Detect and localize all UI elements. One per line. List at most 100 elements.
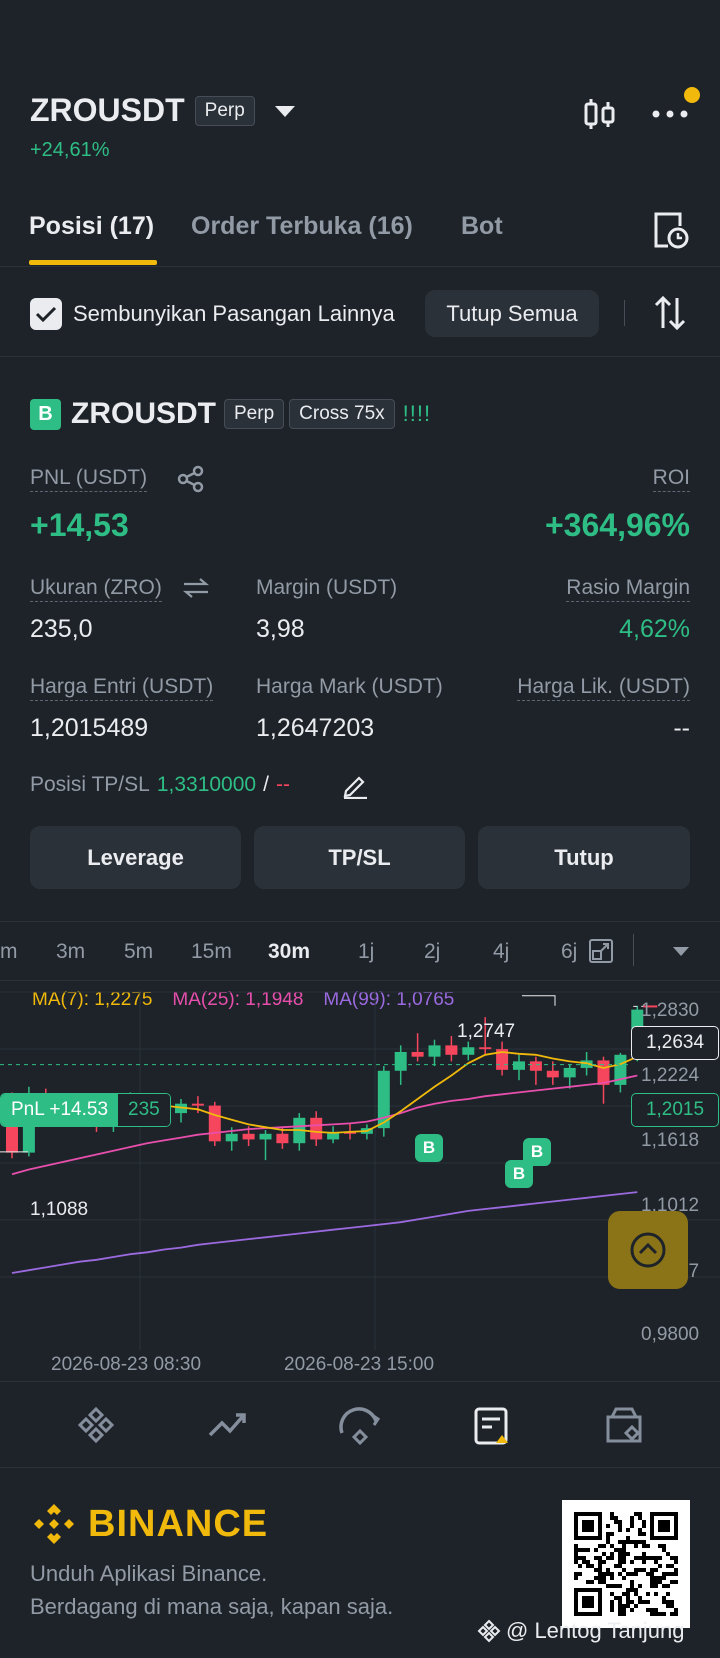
hide-other-pairs-label[interactable]: Sembunyikan Pasangan Lainnya <box>73 301 395 327</box>
pnl-tag-text: PnL +14.53 <box>1 1094 119 1126</box>
qr-module <box>638 1556 642 1560</box>
timeframe-dropdown-icon[interactable] <box>672 945 690 957</box>
timeframe-1j[interactable]: 1j <box>358 940 374 964</box>
qr-module <box>598 1576 602 1580</box>
timeframe-6j[interactable]: 6j <box>561 940 577 964</box>
qr-module <box>638 1600 642 1604</box>
scroll-top-button[interactable] <box>608 1211 688 1289</box>
qr-module <box>650 1576 654 1580</box>
share-icon[interactable] <box>177 465 205 493</box>
qr-module <box>638 1596 642 1600</box>
timeframe-4j[interactable]: 4j <box>493 940 509 964</box>
tab-active-underline <box>29 260 157 265</box>
close-all-button[interactable]: Tutup Semua <box>425 290 599 337</box>
watermark-text: @ Lentog Tanjung <box>506 1618 685 1643</box>
qr-module <box>618 1520 622 1524</box>
buy-marker[interactable]: B <box>415 1134 443 1162</box>
qr-module <box>614 1584 618 1588</box>
margin-label: Margin (USDT) <box>256 576 398 599</box>
candle-body <box>529 1061 542 1071</box>
pnl-label[interactable]: PNL (USDT) <box>30 466 148 492</box>
timeframe-15m[interactable]: 15m <box>191 940 232 964</box>
candle-body <box>411 1051 424 1057</box>
qr-module <box>630 1580 634 1584</box>
ma99-line <box>11 1191 638 1274</box>
edit-icon[interactable] <box>341 771 369 799</box>
qr-module <box>626 1528 630 1532</box>
qr-module <box>642 1524 646 1528</box>
qr-module <box>614 1548 618 1552</box>
qr-module <box>618 1552 622 1556</box>
more-icon[interactable] <box>650 104 690 124</box>
swap-icon[interactable] <box>182 577 210 599</box>
expand-chart-icon[interactable] <box>588 938 614 964</box>
qr-module <box>610 1512 614 1516</box>
assets-icon[interactable] <box>594 1401 654 1449</box>
timeframe-divider-line <box>0 980 720 981</box>
timeframe-5m[interactable]: 5m <box>124 940 153 964</box>
price-chart[interactable] <box>0 990 720 1380</box>
risk-marks: !!!! <box>402 401 432 426</box>
qr-module <box>666 1572 670 1576</box>
qr-module <box>606 1568 610 1572</box>
qr-module <box>670 1580 674 1584</box>
margin-ratio-label[interactable]: Rasio Margin <box>566 576 690 602</box>
qr-module <box>630 1516 634 1520</box>
close-position-button[interactable]: Tutup <box>478 826 690 889</box>
liq-price-label[interactable]: Harga Lik. (USDT) <box>517 675 690 701</box>
timeframe-3m[interactable]: 3m <box>56 940 85 964</box>
qr-module <box>658 1580 662 1584</box>
position-pnl-tag[interactable]: PnL +14.53 235 <box>0 1093 171 1127</box>
tab-positions[interactable]: Posisi (17) <box>29 212 154 241</box>
trade-icon[interactable] <box>330 1401 390 1449</box>
futures-icon[interactable] <box>462 1401 522 1449</box>
buy-marker[interactable]: B <box>505 1160 533 1188</box>
timeframe-2j[interactable]: 2j <box>424 940 440 964</box>
roi-label[interactable]: ROI <box>652 466 690 492</box>
qr-module <box>602 1552 606 1556</box>
markets-icon[interactable] <box>198 1401 258 1449</box>
qr-module <box>618 1564 622 1568</box>
hide-other-pairs-checkbox[interactable] <box>30 298 62 330</box>
home-icon[interactable] <box>66 1401 126 1449</box>
qr-module <box>626 1596 630 1600</box>
qr-module <box>610 1576 614 1580</box>
qr-module <box>626 1552 630 1556</box>
qr-module <box>650 1580 654 1584</box>
entry-price-label[interactable]: Harga Entri (USDT) <box>30 675 214 701</box>
qr-module <box>618 1596 622 1600</box>
qr-module <box>654 1612 658 1616</box>
qr-module <box>598 1568 602 1572</box>
y-tick-label: 0,9800 <box>641 1324 700 1345</box>
qr-module <box>578 1556 582 1560</box>
qr-module <box>610 1544 614 1548</box>
chevron-down-icon[interactable] <box>273 103 297 119</box>
qr-module <box>662 1600 666 1604</box>
size-label[interactable]: Ukuran (ZRO) <box>30 576 162 602</box>
symbol-title[interactable]: ZROUSDT <box>30 92 185 129</box>
qr-module <box>658 1556 662 1560</box>
qr-module <box>630 1520 634 1524</box>
qr-module <box>602 1544 606 1548</box>
chart-type-icon[interactable] <box>582 96 618 132</box>
position-header[interactable]: B ZROUSDT Perp Cross 75x !!!! <box>30 397 431 431</box>
tab-bot[interactable]: Bot <box>461 212 503 241</box>
history-icon[interactable] <box>652 210 690 250</box>
timeframe-m[interactable]: m <box>0 940 18 964</box>
symbol-header[interactable]: ZROUSDT Perp <box>30 92 297 129</box>
tpsl-button[interactable]: TP/SL <box>254 826 465 889</box>
timeframe-30m[interactable]: 30m <box>268 940 310 964</box>
sort-icon[interactable] <box>653 294 687 332</box>
entry-price-tag: 1,2015 <box>631 1093 719 1127</box>
qr-module <box>634 1544 638 1548</box>
qr-module <box>654 1556 658 1560</box>
margin-mode-tag[interactable]: Cross 75x <box>289 399 395 429</box>
qr-module <box>630 1608 634 1612</box>
qr-module <box>626 1536 630 1540</box>
tab-open-orders[interactable]: Order Terbuka (16) <box>191 212 413 241</box>
qr-module <box>626 1572 630 1576</box>
position-symbol: ZROUSDT <box>71 397 216 430</box>
leverage-button[interactable]: Leverage <box>30 826 241 889</box>
side-badge: B <box>30 398 61 430</box>
qr-module <box>618 1528 622 1532</box>
